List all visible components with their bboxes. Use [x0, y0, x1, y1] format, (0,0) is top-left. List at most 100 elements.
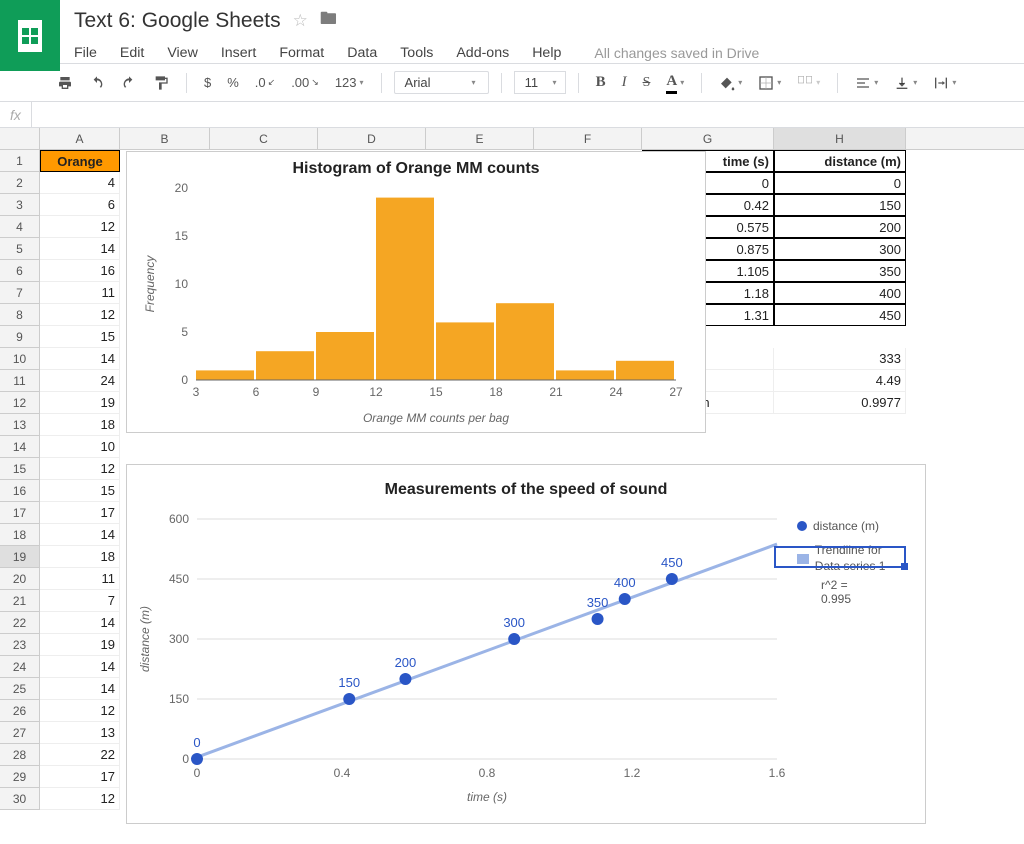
menu-tools[interactable]: Tools	[400, 41, 443, 65]
menu-edit[interactable]: Edit	[120, 41, 154, 65]
column-header-H[interactable]: H	[774, 128, 906, 149]
borders-button[interactable]: ▾	[753, 72, 786, 94]
strikethrough-button[interactable]: S	[638, 72, 656, 94]
cell[interactable]: 12	[40, 216, 120, 238]
row-header[interactable]: 14	[0, 436, 40, 458]
row-header[interactable]: 22	[0, 612, 40, 634]
number-format-dropdown[interactable]: 123 ▾	[330, 72, 369, 93]
cell[interactable]: 7	[40, 590, 120, 612]
cell[interactable]: 22	[40, 744, 120, 766]
undo-icon[interactable]	[84, 72, 110, 94]
cell[interactable]: 13	[40, 722, 120, 744]
column-header-D[interactable]: D	[318, 128, 426, 149]
select-all-corner[interactable]	[0, 128, 40, 149]
row-header[interactable]: 7	[0, 282, 40, 304]
cell[interactable]: distance (m)	[774, 150, 906, 172]
row-header[interactable]: 19	[0, 546, 40, 568]
cell[interactable]: 0	[774, 172, 906, 194]
percent-button[interactable]: %	[222, 72, 244, 93]
row-header[interactable]: 11	[0, 370, 40, 392]
row-header[interactable]: 10	[0, 348, 40, 370]
column-header-G[interactable]: G	[642, 128, 774, 149]
row-header[interactable]: 25	[0, 678, 40, 700]
cell[interactable]: 12	[40, 788, 120, 810]
italic-button[interactable]: I	[617, 71, 632, 94]
row-header[interactable]: 13	[0, 414, 40, 436]
row-header[interactable]: 5	[0, 238, 40, 260]
column-header-E[interactable]: E	[426, 128, 534, 149]
row-header[interactable]: 8	[0, 304, 40, 326]
cell[interactable]: 400	[774, 282, 906, 304]
cell[interactable]: 15	[40, 480, 120, 502]
cell[interactable]: 14	[40, 656, 120, 678]
row-header[interactable]: 29	[0, 766, 40, 788]
font-size-dropdown[interactable]: 11▾	[514, 71, 566, 94]
cell[interactable]: 14	[40, 524, 120, 546]
cell[interactable]: 12	[40, 700, 120, 722]
cell[interactable]: 14	[40, 238, 120, 260]
cell[interactable]: 4	[40, 172, 120, 194]
cell[interactable]: Orange	[40, 150, 120, 172]
column-header-C[interactable]: C	[210, 128, 318, 149]
folder-icon[interactable]: 🖿	[320, 6, 337, 35]
cell[interactable]: 6	[40, 194, 120, 216]
vertical-align-button[interactable]: ▾	[889, 72, 922, 94]
cell[interactable]: 150	[774, 194, 906, 216]
cell[interactable]: 19	[40, 634, 120, 656]
cell[interactable]: 14	[40, 348, 120, 370]
cell[interactable]: 10	[40, 436, 120, 458]
menu-data[interactable]: Data	[347, 41, 387, 65]
cell[interactable]: 15	[40, 326, 120, 348]
row-header[interactable]: 28	[0, 744, 40, 766]
column-header-A[interactable]: A	[40, 128, 120, 149]
row-header[interactable]: 21	[0, 590, 40, 612]
row-header[interactable]: 17	[0, 502, 40, 524]
text-color-button[interactable]: A▾	[661, 70, 689, 96]
cell[interactable]: 18	[40, 546, 120, 568]
row-header[interactable]: 12	[0, 392, 40, 414]
column-header-B[interactable]: B	[120, 128, 210, 149]
menu-addons[interactable]: Add-ons	[456, 41, 519, 65]
cell[interactable]: 16	[40, 260, 120, 282]
menu-help[interactable]: Help	[532, 41, 571, 65]
menu-insert[interactable]: Insert	[221, 41, 266, 65]
row-header[interactable]: 2	[0, 172, 40, 194]
cell[interactable]: 300	[774, 238, 906, 260]
document-title[interactable]: Text 6: Google Sheets	[74, 9, 281, 33]
fill-color-button[interactable]: ▾	[714, 72, 747, 94]
row-header[interactable]: 30	[0, 788, 40, 810]
cell[interactable]: 19	[40, 392, 120, 414]
cell[interactable]: 4.49	[774, 370, 906, 392]
text-wrap-button[interactable]: ▾	[928, 72, 961, 94]
row-header[interactable]: 18	[0, 524, 40, 546]
menu-view[interactable]: View	[167, 41, 208, 65]
scatter-chart[interactable]: Measurements of the speed of sound 01503…	[126, 464, 926, 824]
row-header[interactable]: 23	[0, 634, 40, 656]
row-header[interactable]: 6	[0, 260, 40, 282]
increase-decimal-button[interactable]: .00↘	[286, 72, 324, 93]
cell[interactable]: 200	[774, 216, 906, 238]
cell[interactable]: 24	[40, 370, 120, 392]
cell[interactable]: 12	[40, 304, 120, 326]
row-header[interactable]: 16	[0, 480, 40, 502]
row-header[interactable]: 15	[0, 458, 40, 480]
cell[interactable]: 333	[774, 348, 906, 370]
row-header[interactable]: 4	[0, 216, 40, 238]
paint-format-icon[interactable]	[148, 72, 174, 94]
histogram-chart[interactable]: Histogram of Orange MM counts 0510152036…	[126, 151, 706, 433]
cell[interactable]: 350	[774, 260, 906, 282]
cell[interactable]: 17	[40, 502, 120, 524]
bold-button[interactable]: B	[591, 71, 611, 94]
redo-icon[interactable]	[116, 72, 142, 94]
row-header[interactable]: 26	[0, 700, 40, 722]
star-icon[interactable]: ☆	[293, 11, 308, 31]
cell[interactable]	[774, 546, 906, 568]
cell[interactable]: 450	[774, 304, 906, 326]
menu-format[interactable]: Format	[279, 41, 334, 65]
cell[interactable]: 14	[40, 612, 120, 634]
row-header[interactable]: 24	[0, 656, 40, 678]
cell[interactable]: 11	[40, 282, 120, 304]
cell[interactable]: 14	[40, 678, 120, 700]
cell[interactable]: 12	[40, 458, 120, 480]
row-header[interactable]: 3	[0, 194, 40, 216]
